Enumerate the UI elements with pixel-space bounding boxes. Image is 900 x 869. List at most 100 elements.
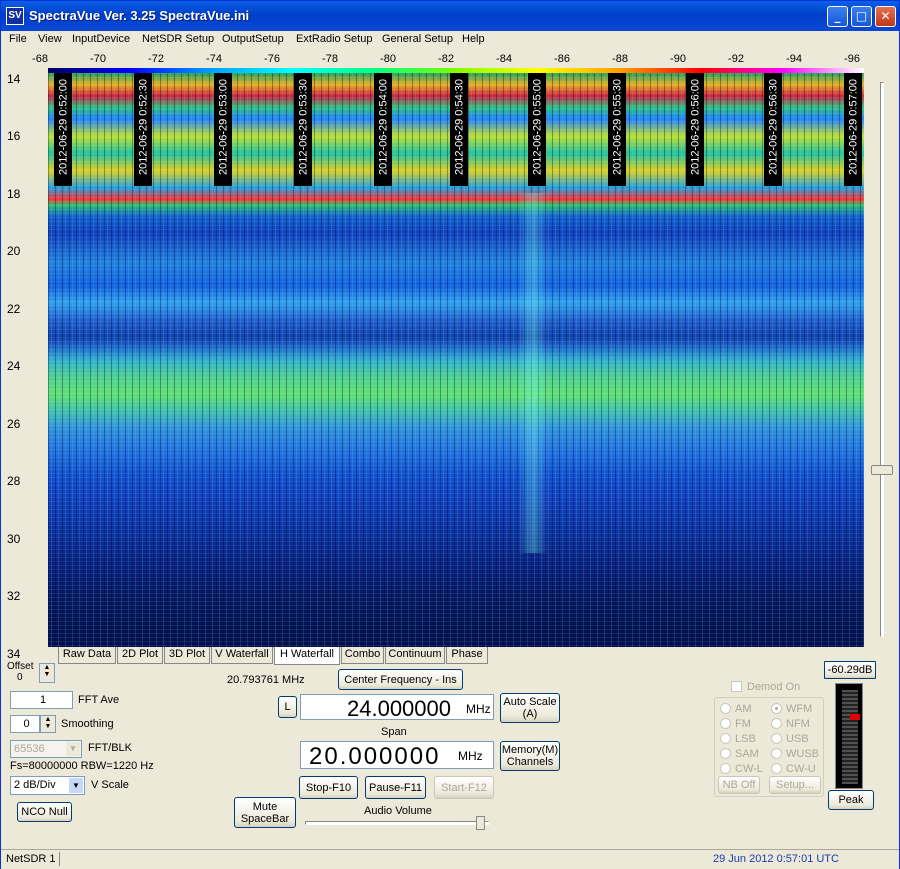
menu-extradio-setup[interactable]: ExtRadio Setup <box>296 33 372 45</box>
demod-setup-button[interactable]: Setup... <box>769 776 821 794</box>
center-frequency-button[interactable]: Center Frequency - Ins <box>338 669 463 690</box>
offset-label: Offset <box>7 661 34 672</box>
start-button[interactable]: Start-F12 <box>434 776 494 799</box>
radio-icon <box>771 763 782 774</box>
menu-general-setup[interactable]: General Setup <box>382 33 453 45</box>
tab-v-waterfall[interactable]: V Waterfall <box>211 647 273 664</box>
fft-blk-value: 65536 <box>14 743 45 755</box>
nb-off-button[interactable]: NB Off <box>718 776 760 794</box>
radio-icon <box>720 733 731 744</box>
top-axis-tick: -96 <box>844 53 860 65</box>
chevron-down-icon[interactable]: ▼ <box>69 778 83 793</box>
top-axis-tick: -94 <box>786 53 802 65</box>
tab-raw-data[interactable]: Raw Data <box>58 647 116 664</box>
radio-wusb[interactable]: WUSB <box>771 748 819 760</box>
top-axis-tick: -74 <box>206 53 222 65</box>
pause-button[interactable]: Pause-F11 <box>365 776 426 799</box>
main-window: SV SpectraVue Ver. 3.25 SpectraVue.ini _… <box>0 0 900 869</box>
audio-volume-slider[interactable] <box>305 821 489 825</box>
timestamp-label: 2012-06-29 0:54:30 <box>450 73 468 186</box>
top-axis-tick: -80 <box>380 53 396 65</box>
tab-combo[interactable]: Combo <box>341 647 384 664</box>
status-bar: NetSDR 1 29 Jun 2012 0:57:01 UTC <box>1 849 899 869</box>
vscale-value: 2 dB/Div <box>14 779 56 791</box>
left-axis-tick: 32 <box>7 589 21 603</box>
left-axis: 14 16 18 20 22 24 26 28 30 32 34 <box>1 70 48 661</box>
memory-channels-button[interactable]: Memory(M) Channels <box>500 741 560 771</box>
left-axis-tick: 28 <box>7 474 21 488</box>
radio-icon <box>720 763 731 774</box>
top-axis-tick: -70 <box>90 53 106 65</box>
fft-ave-input[interactable]: 1 <box>10 691 73 709</box>
peak-button[interactable]: Peak <box>828 790 874 810</box>
radio-wfm[interactable]: WFM <box>771 703 812 715</box>
menu-file[interactable]: File <box>9 33 27 45</box>
smoothing-spinner[interactable]: ▲ ▼ <box>40 715 56 733</box>
fft-blk-select[interactable]: 65536 ▼ <box>10 740 82 758</box>
close-button[interactable]: ✕ <box>875 6 896 27</box>
top-axis-tick: -92 <box>728 53 744 65</box>
menu-outputsetup[interactable]: OutputSetup <box>222 33 284 45</box>
checkbox-icon[interactable] <box>731 681 742 692</box>
audio-volume-thumb[interactable] <box>476 816 485 830</box>
tab-continuum[interactable]: Continuum <box>385 647 445 664</box>
maximize-button[interactable]: □ <box>851 6 872 27</box>
signal-meter-marker <box>850 714 860 720</box>
demod-on-checkbox[interactable]: Demod On <box>731 681 800 693</box>
radio-icon <box>720 748 731 759</box>
stop-button[interactable]: Stop-F10 <box>299 776 358 799</box>
menu-inputdevice[interactable]: InputDevice <box>72 33 130 45</box>
radio-nfm[interactable]: NFM <box>771 718 810 730</box>
vertical-slider[interactable] <box>869 70 897 650</box>
timestamp-label: 2012-06-29 0:54:00 <box>374 73 392 186</box>
radio-usb[interactable]: USB <box>771 733 809 745</box>
radio-icon <box>771 703 782 714</box>
radio-icon <box>771 748 782 759</box>
chevron-down-icon[interactable]: ▼ <box>66 742 80 756</box>
timestamp-label: 2012-06-29 0:55:30 <box>608 73 626 186</box>
left-axis-tick: 20 <box>7 244 21 258</box>
vertical-slider-thumb[interactable] <box>871 465 893 475</box>
tab-3d-plot[interactable]: 3D Plot <box>164 647 210 664</box>
menu-help[interactable]: Help <box>462 33 485 45</box>
auto-scale-button[interactable]: Auto Scale (A) <box>500 693 560 723</box>
demod-on-label: Demod On <box>747 681 801 693</box>
l-button[interactable]: L <box>278 696 297 718</box>
radio-am[interactable]: AM <box>720 703 752 715</box>
offset-value: 0 <box>17 672 23 683</box>
timestamp-label: 2012-06-29 0:57:00 <box>844 73 862 186</box>
tab-h-waterfall[interactable]: H Waterfall <box>274 647 340 665</box>
fft-ave-label: FFT Ave <box>78 694 120 706</box>
nco-null-button[interactable]: NCO Null <box>17 802 72 822</box>
vscale-select[interactable]: 2 dB/Div ▼ <box>10 776 85 795</box>
timestamp-label: 2012-06-29 0:52:30 <box>134 73 152 186</box>
signal-meter-scale <box>842 690 858 784</box>
radio-fm[interactable]: FM <box>720 718 751 730</box>
timestamp-label: 2012-06-29 0:55:00 <box>528 73 546 186</box>
title-bar[interactable]: SV SpectraVue Ver. 3.25 SpectraVue.ini _… <box>1 1 899 31</box>
radio-cw-u[interactable]: CW-U <box>771 763 816 775</box>
menu-view[interactable]: View <box>38 33 62 45</box>
left-axis-tick: 30 <box>7 532 21 546</box>
radio-cw-l[interactable]: CW-L <box>720 763 763 775</box>
smoothing-input[interactable]: 0 <box>10 715 40 733</box>
status-datetime: 29 Jun 2012 0:57:01 UTC <box>713 853 839 865</box>
window-title: SpectraVue Ver. 3.25 SpectraVue.ini <box>29 8 250 23</box>
tab-2d-plot[interactable]: 2D Plot <box>117 647 163 664</box>
center-frequency-unit: MHz <box>466 702 491 716</box>
radio-sam[interactable]: SAM <box>720 748 759 760</box>
offset-spinner[interactable]: ▲ ▼ <box>39 663 55 683</box>
center-frequency-field[interactable]: 24.000000 MHz <box>300 694 494 721</box>
radio-lsb[interactable]: LSB <box>720 733 756 745</box>
span-field[interactable]: 20.000000 MHz <box>300 741 494 770</box>
top-axis-tick: -78 <box>322 53 338 65</box>
waterfall-display[interactable]: 2012-06-29 0:52:00 2012-06-29 0:52:30 20… <box>48 73 864 647</box>
left-axis-tick: 22 <box>7 302 21 316</box>
timestamp-label: 2012-06-29 0:53:30 <box>294 73 312 186</box>
app-icon[interactable]: SV <box>6 7 24 25</box>
menu-netsdr-setup[interactable]: NetSDR Setup <box>142 33 214 45</box>
minimize-button[interactable]: _ <box>827 6 848 27</box>
tab-phase[interactable]: Phase <box>446 647 488 664</box>
mute-button[interactable]: Mute SpaceBar <box>234 797 296 828</box>
span-label: Span <box>381 726 407 738</box>
